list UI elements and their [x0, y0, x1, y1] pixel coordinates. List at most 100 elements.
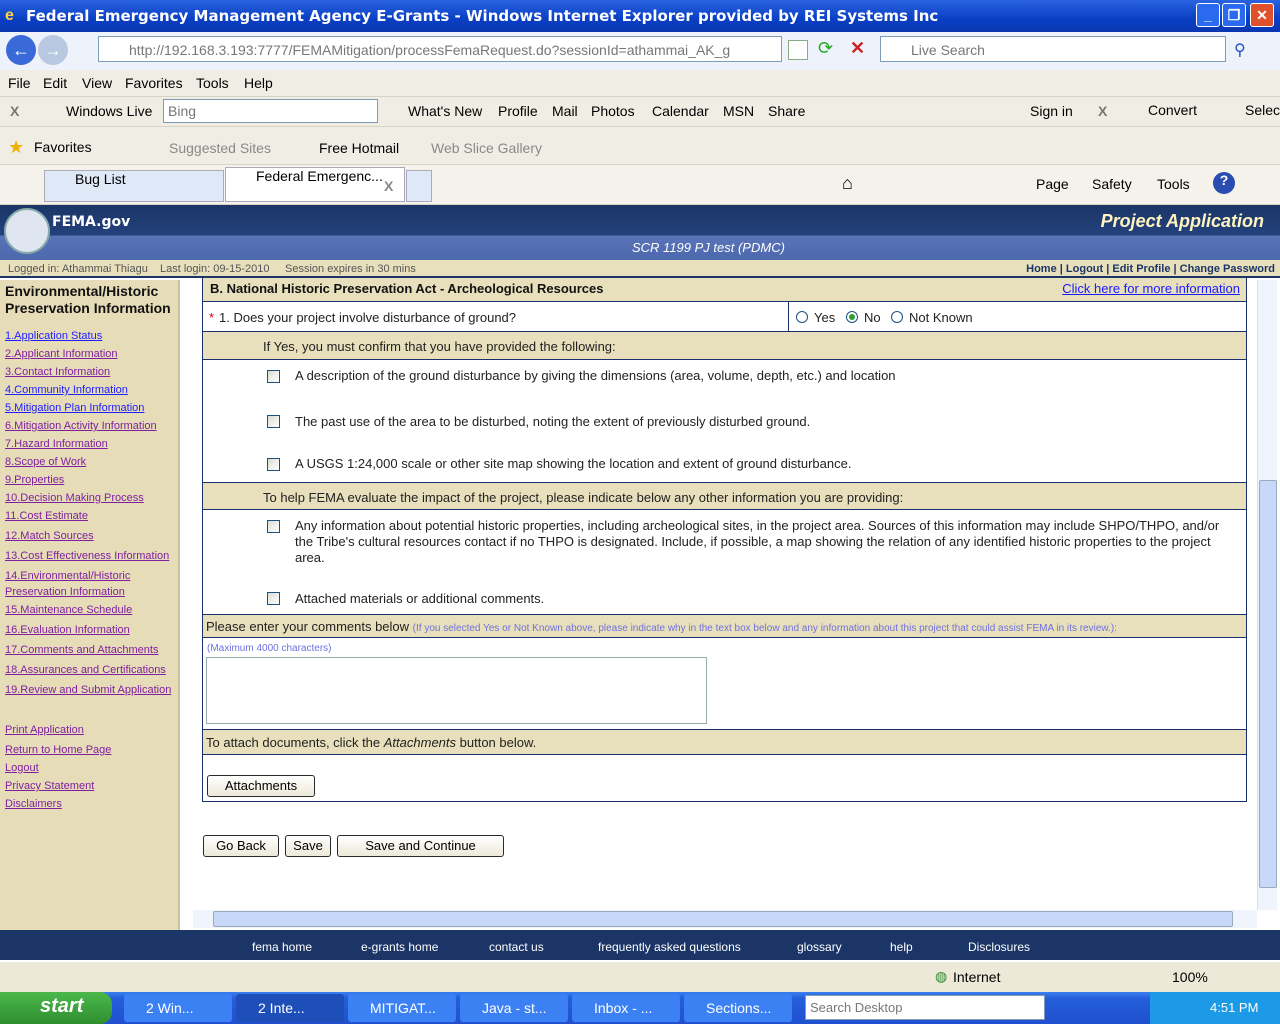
sidebar-item[interactable]: 2.Applicant Information — [5, 348, 173, 366]
photos-link[interactable]: Photos — [591, 103, 635, 119]
footer-link[interactable]: fema home — [252, 940, 312, 954]
close-toolbar-icon[interactable]: X — [10, 103, 19, 119]
mail-link[interactable]: Mail — [552, 103, 578, 119]
scrollbar-thumb[interactable] — [213, 911, 1233, 927]
taskbar-item[interactable]: MITIGAT... — [348, 994, 456, 1022]
sidebar-item[interactable]: 17.Comments and Attachments — [5, 644, 173, 664]
sidebar-item[interactable]: 6.Mitigation Activity Information — [5, 420, 173, 438]
horizontal-scrollbar[interactable] — [193, 910, 1257, 928]
page-menu[interactable]: Page — [1036, 176, 1069, 192]
sidebar-item[interactable]: 7.Hazard Information — [5, 438, 173, 456]
checkbox[interactable] — [267, 415, 280, 428]
profile-link[interactable]: Profile — [498, 103, 538, 119]
start-button[interactable]: start — [0, 992, 112, 1024]
logout-link[interactable]: Logout — [5, 762, 173, 780]
free-hotmail-link[interactable]: Free Hotmail — [319, 140, 399, 156]
checkbox[interactable] — [267, 370, 280, 383]
msn-link[interactable]: MSN — [723, 103, 754, 119]
share-link[interactable]: Share — [768, 103, 805, 119]
sidebar-item[interactable]: 13.Cost Effectiveness Information — [5, 550, 173, 568]
footer-link[interactable]: glossary — [797, 940, 842, 954]
footer-link[interactable]: help — [890, 940, 913, 954]
sidebar-item[interactable]: 11.Cost Estimate — [5, 510, 173, 530]
checkbox[interactable] — [267, 520, 280, 533]
menu-edit[interactable]: Edit — [43, 75, 67, 91]
back-button[interactable]: ← — [6, 35, 36, 65]
comments-textarea[interactable] — [206, 657, 707, 724]
favorites-button[interactable]: Favorites — [34, 139, 92, 155]
sidebar-item[interactable]: 1.Application Status — [5, 330, 173, 348]
radio-not-known[interactable]: Not Known — [891, 310, 973, 325]
footer-link[interactable]: frequently asked questions — [598, 940, 741, 954]
sidebar-item[interactable]: 10.Decision Making Process — [5, 492, 173, 510]
sidebar-item[interactable]: 8.Scope of Work — [5, 456, 173, 474]
disclaimers-link[interactable]: Disclaimers — [5, 798, 173, 816]
live-search-input[interactable]: Live Search — [880, 36, 1226, 62]
more-info-link[interactable]: Click here for more information — [1062, 281, 1240, 296]
close-button[interactable]: ✕ — [1250, 3, 1274, 27]
privacy-statement-link[interactable]: Privacy Statement — [5, 780, 173, 798]
menu-file[interactable]: File — [8, 75, 31, 91]
stop-icon[interactable]: ✕ — [850, 38, 865, 59]
sidebar-item[interactable]: 14.Environmental/Historic Preservation I… — [5, 568, 135, 604]
sidebar-item[interactable]: 4.Community Information — [5, 384, 173, 402]
sidebar-item[interactable]: 16.Evaluation Information — [5, 624, 173, 644]
sidebar-item[interactable]: 9.Properties — [5, 474, 173, 492]
radio-yes[interactable]: Yes — [796, 310, 835, 325]
suggested-sites-link[interactable]: Suggested Sites — [169, 140, 271, 156]
return-home-link[interactable]: Return to Home Page — [5, 744, 173, 762]
radio-no[interactable]: No — [846, 310, 881, 325]
fema-logo[interactable]: FEMA.gov — [52, 214, 130, 230]
save-and-continue-button[interactable]: Save and Continue — [337, 835, 504, 857]
footer-link[interactable]: e-grants home — [361, 940, 438, 954]
taskbar-item[interactable]: Java - st... — [460, 994, 568, 1022]
help-icon[interactable]: ? — [1213, 172, 1235, 194]
sidebar-item[interactable]: 3.Contact Information — [5, 366, 173, 384]
sidebar-item[interactable]: 12.Match Sources — [5, 530, 173, 550]
taskbar-item[interactable]: Sections... — [684, 994, 792, 1022]
compat-view-icon[interactable] — [788, 40, 808, 60]
menu-help[interactable]: Help — [244, 75, 273, 91]
taskbar-item[interactable]: 2 Inte... — [236, 994, 344, 1022]
home-icon[interactable]: ⌂ — [842, 173, 853, 194]
refresh-icon[interactable]: ⟳ — [818, 38, 833, 59]
desktop-search-input[interactable]: Search Desktop — [805, 995, 1045, 1020]
save-button[interactable]: Save — [285, 835, 331, 857]
close-icon[interactable]: X — [1098, 103, 1107, 119]
sidebar-item[interactable]: 18.Assurances and Certifications — [5, 664, 173, 684]
checkbox[interactable] — [267, 458, 280, 471]
tools-menu[interactable]: Tools — [1157, 176, 1190, 192]
sidebar-item[interactable]: 5.Mitigation Plan Information — [5, 402, 173, 420]
safety-menu[interactable]: Safety — [1092, 176, 1132, 192]
checkbox[interactable] — [267, 592, 280, 605]
taskbar-item[interactable]: 2 Win... — [124, 994, 232, 1022]
change-password-link[interactable]: Change Password — [1180, 263, 1275, 275]
menu-favorites[interactable]: Favorites — [125, 75, 183, 91]
print-application-link[interactable]: Print Application — [5, 724, 173, 744]
zoom-level[interactable]: 100% — [1172, 969, 1208, 985]
bing-search-input[interactable]: Bing — [163, 99, 378, 123]
convert-button[interactable]: Convert — [1148, 102, 1197, 118]
tab-bug-list[interactable]: Bug List — [44, 170, 224, 202]
home-link[interactable]: Home — [1026, 263, 1057, 275]
edit-profile-link[interactable]: Edit Profile — [1112, 263, 1170, 275]
sidebar-item[interactable]: 19.Review and Submit Application — [5, 684, 173, 724]
taskbar-item[interactable]: Inbox - ... — [572, 994, 680, 1022]
search-icon[interactable]: ⚲ — [1234, 40, 1246, 60]
whats-new-link[interactable]: What's New — [408, 103, 482, 119]
menu-view[interactable]: View — [82, 75, 112, 91]
windows-live-label[interactable]: Windows Live — [66, 103, 152, 119]
go-back-button[interactable]: Go Back — [203, 835, 279, 857]
calendar-link[interactable]: Calendar — [652, 103, 709, 119]
tab-federal-emergency[interactable]: Federal Emergenc... X — [225, 167, 405, 202]
close-tab-icon[interactable]: X — [384, 178, 393, 194]
select-button[interactable]: Selec — [1245, 102, 1280, 118]
maximize-button[interactable]: ❐ — [1222, 3, 1246, 27]
footer-link[interactable]: contact us — [489, 940, 544, 954]
vertical-scrollbar[interactable] — [1257, 280, 1277, 910]
forward-button[interactable]: → — [38, 35, 68, 65]
sidebar-item[interactable]: 15.Maintenance Schedule — [5, 604, 173, 624]
address-input[interactable]: http://192.168.3.193:7777/FEMAMitigation… — [98, 36, 782, 62]
new-tab-button[interactable] — [406, 170, 432, 202]
logout-link[interactable]: Logout — [1066, 263, 1103, 275]
